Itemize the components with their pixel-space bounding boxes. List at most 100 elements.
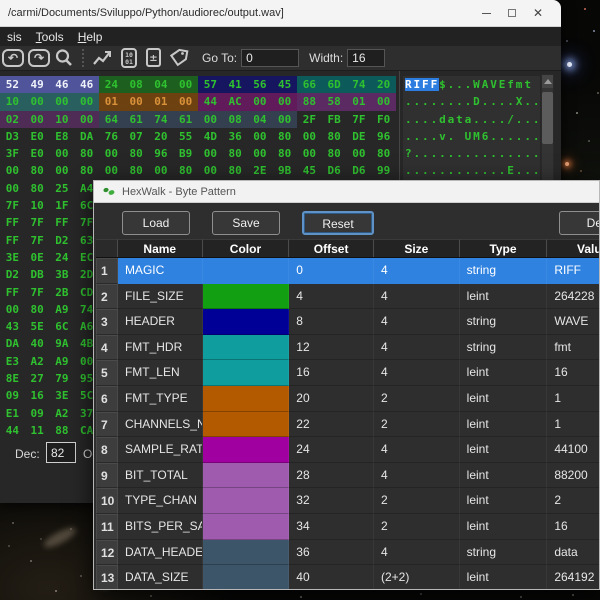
hex-byte[interactable]: 80 [371, 145, 396, 162]
hex-byte[interactable]: 80 [322, 128, 347, 145]
hex-byte[interactable]: 2B [50, 284, 75, 301]
hex-byte[interactable]: 00 [149, 162, 174, 179]
hex-byte[interactable]: E1 [0, 405, 25, 422]
hex-byte[interactable]: 00 [99, 162, 124, 179]
hex-byte[interactable]: 80 [223, 145, 248, 162]
hex-byte[interactable]: 80 [74, 162, 99, 179]
goto-input[interactable] [241, 49, 300, 67]
hex-byte[interactable]: 00 [297, 128, 322, 145]
save-button[interactable]: Save [212, 211, 280, 235]
hex-byte[interactable]: 01 [346, 93, 372, 111]
pattern-row-sample-rate[interactable]: 8SAMPLE_RATE 244leint44100 [96, 437, 599, 463]
maximize-button[interactable] [499, 4, 525, 22]
hex-byte[interactable]: 9A [50, 335, 75, 352]
hex-byte[interactable]: 16 [25, 387, 50, 404]
reset-button[interactable]: Reset [302, 211, 374, 235]
hex-byte[interactable]: D2 [50, 232, 75, 249]
hex-byte[interactable]: 44 [0, 422, 25, 439]
hex-byte[interactable]: 55 [173, 128, 198, 145]
hex-byte[interactable]: E0 [25, 128, 50, 145]
search-button[interactable] [54, 47, 74, 69]
hex-byte[interactable]: 3E [50, 387, 75, 404]
hex-byte[interactable]: 08 [222, 110, 248, 128]
hex-byte[interactable]: 00 [74, 93, 99, 111]
hex-byte[interactable]: 00 [0, 301, 25, 318]
column-header-color[interactable]: Color [202, 239, 290, 257]
hex-byte[interactable]: 80 [173, 162, 198, 179]
hex-byte[interactable]: A2 [25, 353, 50, 370]
hex-byte[interactable]: DA [0, 335, 25, 352]
menu-item-sis[interactable]: sis [0, 30, 29, 44]
dialog-titlebar[interactable]: HexWalk - Byte Pattern [94, 181, 599, 203]
pattern-row-file-size[interactable]: 2 FILE_SIZE 4 4 leint 264228 [96, 283, 599, 310]
pattern-row-fmt-type[interactable]: 6 FMT_TYPE 20 2 leint 1 [96, 385, 599, 412]
minimize-button[interactable] [473, 4, 499, 22]
pattern-row-fmt-len[interactable]: 5 FMT_LEN 16 4 leint 16 [96, 360, 599, 386]
hex-byte[interactable]: 04 [148, 76, 174, 94]
hex-byte[interactable]: 00 [297, 145, 322, 162]
hex-byte[interactable]: 46 [49, 76, 75, 94]
hex-byte[interactable]: 74 [346, 76, 372, 94]
hex-byte[interactable]: 00 [347, 145, 372, 162]
hex-byte[interactable]: 5E [25, 318, 50, 335]
hex-byte[interactable]: 49 [24, 76, 50, 94]
window-titlebar[interactable]: /carmi/Documents/Sviluppo/Python/audiore… [0, 0, 561, 27]
hex-byte[interactable]: FB [322, 111, 347, 128]
hex-byte[interactable]: 01 [148, 93, 174, 111]
hex-byte[interactable]: FF [0, 232, 25, 249]
hex-byte[interactable]: 61 [173, 110, 198, 128]
hex-byte[interactable]: 00 [50, 145, 75, 162]
hex-byte[interactable]: F0 [371, 111, 396, 128]
column-header-name[interactable]: Name [117, 239, 203, 257]
hex-byte[interactable]: 3B [50, 266, 75, 283]
pattern-row-bits-per-sa-[interactable]: 11BITS_PER_SA... 342leint16 [96, 513, 599, 540]
hex-byte[interactable]: 80 [223, 162, 248, 179]
column-header-value[interactable]: Value [547, 239, 599, 257]
hex-byte[interactable]: 27 [25, 370, 50, 387]
tag-button[interactable] [168, 47, 190, 69]
hex-byte[interactable]: 46 [74, 76, 99, 94]
hex-byte[interactable]: 88 [50, 422, 75, 439]
redo-button[interactable]: ↷ [28, 47, 50, 69]
ascii-row[interactable]: RIFF$...WAVEfmt [403, 76, 540, 93]
hex-byte[interactable]: 80 [25, 162, 50, 179]
hex-byte[interactable]: 6D [321, 76, 347, 94]
hex-byte[interactable]: 3E [0, 249, 25, 266]
scrollbar-thumb[interactable] [542, 92, 553, 144]
hex-byte[interactable]: 45 [272, 76, 297, 94]
hex-byte[interactable]: 00 [0, 162, 25, 179]
hex-byte[interactable]: 00 [50, 162, 75, 179]
hex-byte[interactable]: 00 [0, 180, 25, 197]
hex-byte[interactable]: DB [25, 266, 50, 283]
hex-byte[interactable]: 00 [49, 93, 75, 111]
pattern-row-type-chan[interactable]: 10 TYPE_CHAN 32 2 leint 2 [96, 488, 599, 514]
hex-byte[interactable]: E3 [0, 353, 25, 370]
hex-byte[interactable]: 00 [272, 110, 297, 128]
hex-byte[interactable]: 1F [50, 197, 75, 214]
hex-byte[interactable]: 00 [24, 93, 50, 111]
hex-byte[interactable]: 00 [198, 110, 223, 128]
hex-byte[interactable]: 24 [99, 76, 124, 94]
ascii-row[interactable]: ....v. UM6...... [403, 128, 540, 145]
hex-byte[interactable]: 41 [222, 76, 248, 94]
hex-byte[interactable]: 45 [297, 162, 322, 179]
ascii-row[interactable]: ?............... [403, 145, 540, 162]
hex-byte[interactable]: E8 [50, 128, 75, 145]
hex-byte[interactable]: 80 [272, 128, 297, 145]
pattern-row-data-header[interactable]: 12DATA_HEADER 364stringdata [96, 539, 599, 566]
hex-byte[interactable]: D3 [0, 128, 25, 145]
hex-byte[interactable]: 58 [321, 93, 347, 111]
hex-byte[interactable]: 7F [25, 214, 50, 231]
hex-byte[interactable]: 0E [25, 249, 50, 266]
hex-byte[interactable]: 66 [297, 76, 322, 94]
hex-byte[interactable]: 76 [99, 128, 124, 145]
hex-byte[interactable]: 00 [198, 145, 223, 162]
hex-byte[interactable]: 80 [74, 145, 99, 162]
hex-byte[interactable]: 00 [198, 162, 223, 179]
hex-byte[interactable]: 96 [371, 128, 396, 145]
hex-byte[interactable]: 7F [25, 284, 50, 301]
hex-byte[interactable]: D6 [322, 162, 347, 179]
hex-byte[interactable]: 09 [0, 387, 25, 404]
pattern-row-fmt-hdr[interactable]: 4 FMT_HDR 12 4 string fmt [96, 334, 599, 361]
delete-button[interactable]: Delete [559, 211, 599, 235]
